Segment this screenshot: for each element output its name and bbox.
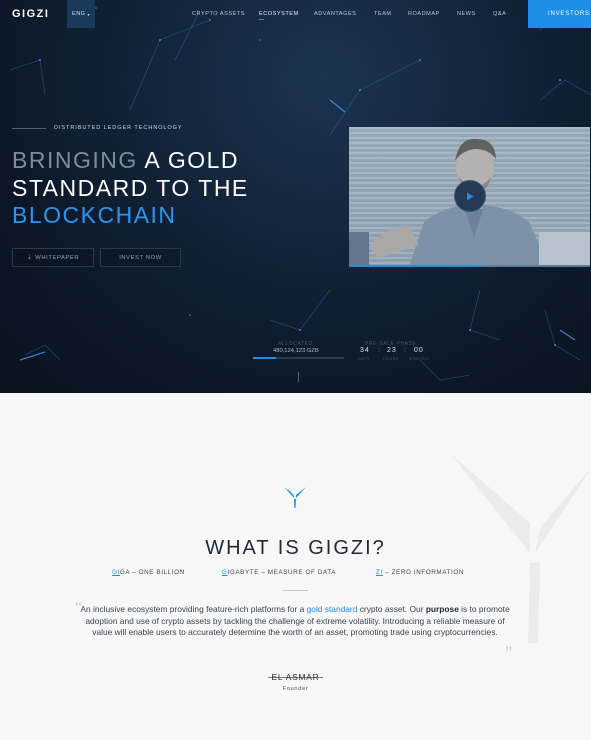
gigzi-logo[interactable]: GIGZI [12, 8, 49, 20]
download-icon: ⇣ [26, 254, 33, 261]
quote-part: An inclusive ecosystem providing feature… [80, 604, 307, 614]
mission-quote: An inclusive ecosystem providing feature… [80, 604, 510, 639]
countdown-minutes-label: MINUTES [409, 357, 429, 361]
quote-bold: purpose [425, 604, 459, 614]
nav-crypto-assets[interactable]: CRYPTO ASSETS [192, 11, 245, 17]
nav-ecosystem[interactable]: ECOSYSTEM [259, 11, 299, 20]
countdown-hours: 23 [387, 347, 397, 354]
video-progress-fill [349, 265, 482, 267]
nav-qa[interactable]: Q&A [493, 11, 506, 17]
chevron-down-icon: ▾ [87, 11, 90, 17]
close-quote-icon: ” [505, 644, 513, 661]
language-label: ENG [72, 11, 86, 17]
eyebrow-text: DISTRIBUTED LEDGER TECHNOLOGY [54, 125, 183, 131]
whitepaper-button[interactable]: ⇣ WHITEPAPER [12, 248, 94, 267]
hero-headline: BRINGING A GOLD STANDARD TO THE BLOCKCHA… [12, 147, 249, 230]
hero-section: GIGZI ENG ▾ CRYPTO ASSETS ECOSYSTEM ADVA… [0, 0, 591, 393]
play-icon [467, 192, 474, 200]
top-navigation: GIGZI ENG ▾ CRYPTO ASSETS ECOSYSTEM ADVA… [0, 0, 591, 28]
play-button[interactable] [454, 180, 486, 212]
definition-giga: GIGA – ONE BILLION [112, 569, 185, 576]
scroll-indicator[interactable] [298, 372, 299, 382]
countdown-days: 34 [360, 347, 370, 354]
definition-letter: ZI [376, 569, 383, 576]
headline-blue: BLOCKCHAIN [12, 202, 177, 228]
investors-button[interactable]: INVESTORS [528, 0, 591, 28]
countdown-days-label: DAYS [358, 357, 370, 361]
about-section: WHAT IS GIGZI? GIGA – ONE BILLION GIGABY… [0, 393, 591, 740]
author-strike-line [268, 677, 323, 678]
quote-part: crypto asset. Our [357, 604, 426, 614]
allocated-progress-bar [253, 357, 344, 359]
nav-advantages[interactable]: ADVANTAGES [314, 11, 356, 17]
definition-letter: GI [112, 569, 120, 576]
headline-line2: STANDARD TO THE [12, 174, 249, 201]
definition-text: GA – ONE BILLION [119, 569, 185, 576]
definition-text: – ZERO INFORMATION [382, 569, 465, 576]
countdown-separator: : [378, 347, 380, 354]
language-selector[interactable]: ENG ▾ [67, 0, 95, 28]
invest-now-button[interactable]: INVEST NOW [100, 248, 181, 267]
section-divider [283, 590, 308, 591]
allocated-progress-fill [253, 357, 276, 359]
eyebrow-line [12, 128, 46, 129]
author-role: Founder [282, 686, 309, 692]
headline-dim: BRINGING [12, 147, 138, 173]
nav-team[interactable]: TEAM [374, 11, 392, 17]
definition-text: IGABYTE – MEASURE OF DATA [227, 569, 337, 576]
definition-gigabyte: GIGABYTE – MEASURE OF DATA [222, 569, 336, 576]
countdown-minutes: 00 [414, 347, 424, 354]
headline-rest: A GOLD [137, 147, 239, 173]
gigzi-emblem-icon [284, 487, 306, 508]
allocated-label: ALLOCATED [278, 341, 313, 347]
nav-roadmap[interactable]: ROADMAP [408, 11, 440, 17]
video-progress-track[interactable] [349, 265, 590, 267]
gold-standard-link[interactable]: gold standard [307, 604, 358, 614]
countdown-separator: : [404, 347, 406, 354]
invest-now-label: INVEST NOW [119, 254, 162, 261]
about-title: WHAT IS GIGZI? [205, 537, 386, 559]
countdown-hours-label: HOURS [383, 357, 399, 361]
whitepaper-label: WHITEPAPER [35, 254, 80, 261]
allocated-value: 480,124,123 GZB [273, 348, 319, 354]
definition-zero: ZI – ZERO INFORMATION [376, 569, 464, 576]
nav-news[interactable]: NEWS [457, 11, 476, 17]
